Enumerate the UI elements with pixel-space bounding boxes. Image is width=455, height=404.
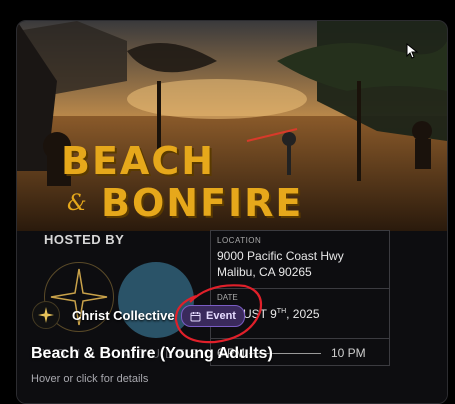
location-address-line2: Malibu, CA 90265 <box>217 265 312 279</box>
red-circle-annotation <box>174 284 263 344</box>
hover-hint: Hover or click for details <box>31 373 149 385</box>
hosted-by-label: HOSTED BY <box>44 232 125 247</box>
star-compass-icon <box>32 301 60 329</box>
organizer-name[interactable]: Christ Collective <box>72 308 175 323</box>
location-label: LOCATION <box>217 236 262 245</box>
mouse-cursor-icon <box>406 42 420 64</box>
location-address-line1: 9000 Pacific Coast Hwy <box>217 249 344 263</box>
banner-title-beach: BEACH <box>61 139 216 183</box>
banner-title-bonfire: BONFIRE <box>101 181 304 225</box>
time-end: 10 PM <box>331 346 366 360</box>
organizer-row[interactable]: Christ Collective <box>32 301 175 329</box>
event-title[interactable]: Beach & Bonfire (Young Adults) <box>31 345 273 363</box>
banner-ampersand: & <box>67 191 87 216</box>
